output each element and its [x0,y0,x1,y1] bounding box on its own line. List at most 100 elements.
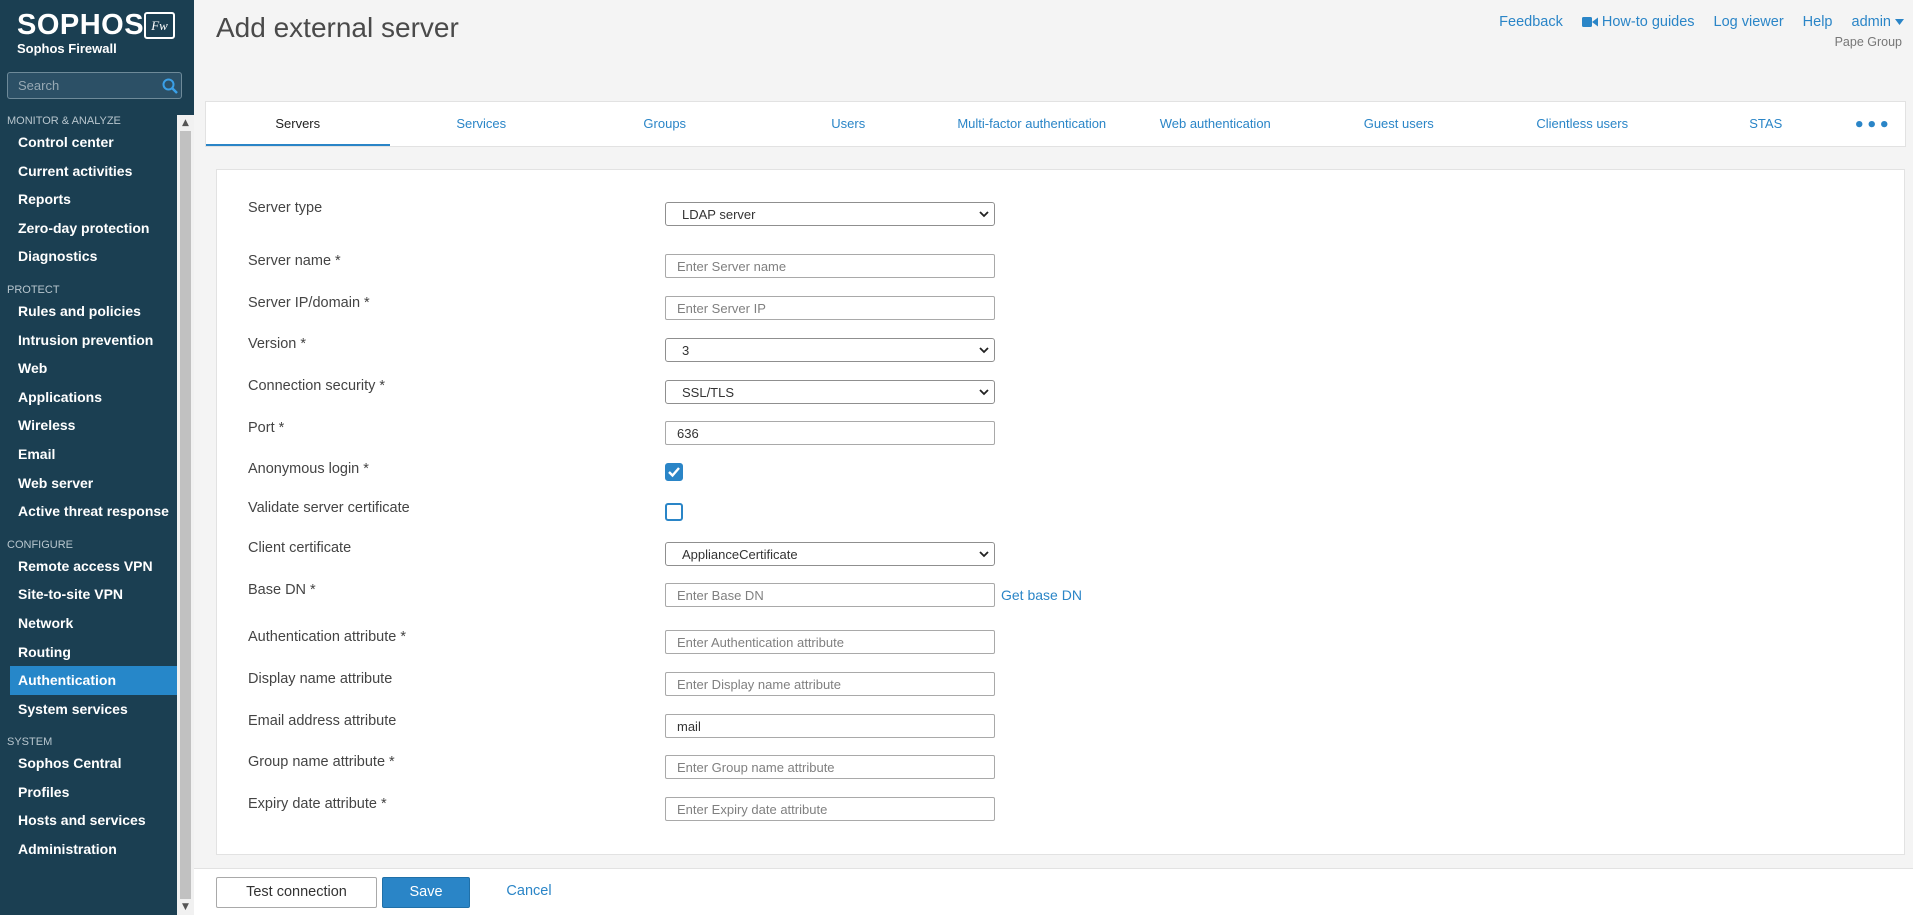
client-certificate-select[interactable]: ApplianceCertificate [665,542,995,566]
product-subtitle: Sophos Firewall [17,41,117,56]
sidebar: SOPHOS Fw Sophos Firewall MONITOR & ANAL… [0,0,194,915]
sidebar-item-network[interactable]: Network [0,609,177,638]
sidebar-item-diagnostics[interactable]: Diagnostics [0,242,177,271]
tab-web-authentication[interactable]: Web authentication [1124,102,1308,146]
anonymous-login-label: Anonymous login * [248,461,369,477]
display-name-attribute-input[interactable] [665,672,995,696]
sophos-logo: SOPHOS [17,9,145,41]
validate-certificate-label: Validate server certificate [248,500,410,516]
tab-clientless-users[interactable]: Clientless users [1491,102,1675,146]
port-label: Port * [248,420,285,436]
top-links: Feedback How-to guides Log viewer Help a… [1499,14,1904,30]
how-to-guides-link[interactable]: How-to guides [1581,14,1695,30]
organization-name: Pape Group [1834,35,1902,49]
sidebar-item-system-services[interactable]: System services [0,695,177,724]
sidebar-item-routing[interactable]: Routing [0,638,177,667]
checkmark-icon [668,467,680,478]
tab-groups[interactable]: Groups [573,102,757,146]
auth-attribute-input[interactable] [665,630,995,654]
version-select-wrap: 3 [665,338,995,362]
server-ip-input[interactable] [665,296,995,320]
group-name-attribute-input[interactable] [665,755,995,779]
test-connection-button[interactable]: Test connection [216,877,377,908]
tab-stas[interactable]: STAS [1674,102,1858,146]
server-type-select[interactable]: LDAP server [665,202,995,226]
server-type-select-wrap: LDAP server [665,202,995,226]
how-to-guides-label: How-to guides [1601,14,1695,30]
tab-bar: Servers Services Groups Users Multi-factor a… [205,101,1906,147]
nav-section-title: MONITOR & ANALYZE [7,115,121,127]
anonymous-login-checkbox[interactable] [665,463,683,481]
server-ip-label: Server IP/domain * [248,295,370,311]
help-link[interactable]: Help [1803,14,1833,30]
caret-down-icon [1895,19,1904,25]
port-input[interactable] [665,421,995,445]
sidebar-item-authentication[interactable]: Authentication [10,666,177,695]
search-input[interactable] [8,73,158,98]
sidebar-item-active-threat-response[interactable]: Active threat response [0,497,177,526]
version-select[interactable]: 3 [665,338,995,362]
search-box [7,72,182,99]
get-base-dn-link[interactable]: Get base DN [1001,587,1082,603]
sidebar-item-reports[interactable]: Reports [0,185,177,214]
tab-services[interactable]: Services [390,102,574,146]
admin-label: admin [1851,14,1892,30]
sidebar-item-hosts-and-services[interactable]: Hosts and services [0,806,177,835]
group-name-attribute-label: Group name attribute * [248,754,395,770]
nav-section-title: PROTECT [7,283,60,296]
form-footer: Test connection Save Cancel [194,868,1913,915]
server-form: Server type LDAP server Server name * Se… [216,169,1905,855]
sidebar-item-current-activities[interactable]: Current activities [0,157,177,186]
client-certificate-label: Client certificate [248,540,352,556]
sidebar-item-rules-and-policies[interactable]: Rules and policies [0,297,177,326]
version-label: Version * [248,336,307,352]
expiry-date-attribute-label: Expiry date attribute * [248,796,387,812]
sidebar-item-web-server[interactable]: Web server [0,469,177,498]
nav-section-title: SYSTEM [7,736,53,749]
tabs: Servers Services Groups Users Multi-factor a… [206,102,1858,146]
scroll-up-arrow-icon[interactable]: ▲ [177,115,194,131]
server-type-label: Server type [248,200,323,216]
brand: SOPHOS Fw Sophos Firewall [17,9,175,56]
email-attribute-input[interactable] [665,714,995,738]
sidebar-item-wireless[interactable]: Wireless [0,411,177,440]
tab-multi-factor-authentication[interactable]: Multi-factor authentication [940,102,1124,146]
feedback-link[interactable]: Feedback [1499,14,1563,30]
more-dots-icon[interactable]: ••• [1853,115,1891,136]
cancel-button[interactable]: Cancel [490,877,568,908]
save-button[interactable]: Save [382,877,470,908]
sidebar-item-profiles[interactable]: Profiles [0,778,177,807]
validate-certificate-checkbox[interactable] [665,503,683,521]
connection-security-select[interactable]: SSL/TLS [665,380,995,404]
expiry-date-attribute-input[interactable] [665,797,995,821]
base-dn-label: Base DN * [248,582,316,598]
admin-menu[interactable]: admin [1851,14,1904,30]
sidebar-item-email[interactable]: Email [0,440,177,469]
video-camera-icon [1581,17,1598,27]
sidebar-item-site-to-site-vpn[interactable]: Site-to-site VPN [0,580,177,609]
sidebar-scrollbar[interactable]: ▲ [177,115,194,915]
firewall-badge: Fw [144,12,175,39]
tab-servers[interactable]: Servers [206,102,390,146]
search-icon[interactable] [161,77,179,95]
server-name-input[interactable] [665,254,995,278]
scroll-thumb[interactable] [180,131,191,915]
scroll-down-arrow-icon[interactable]: ▼ [177,899,194,915]
log-viewer-link[interactable]: Log viewer [1714,14,1784,30]
base-dn-input[interactable] [665,583,995,607]
sidebar-item-web[interactable]: Web [0,354,177,383]
sidebar-item-applications[interactable]: Applications [0,383,177,412]
server-name-label: Server name * [248,253,341,269]
display-name-attribute-label: Display name attribute [248,671,393,687]
sidebar-item-intrusion-prevention[interactable]: Intrusion prevention [0,326,177,355]
connection-security-select-wrap: SSL/TLS [665,380,995,404]
sidebar-item-control-center[interactable]: Control center [0,128,177,157]
tab-guest-users[interactable]: Guest users [1307,102,1491,146]
sidebar-item-administration[interactable]: Administration [0,835,177,864]
sidebar-item-sophos-central[interactable]: Sophos Central [0,749,177,778]
sidebar-item-zero-day-protection[interactable]: Zero-day protection [0,214,177,243]
email-attribute-label: Email address attribute [248,713,397,729]
sidebar-item-remote-access-vpn[interactable]: Remote access VPN [0,552,177,581]
client-certificate-select-wrap: ApplianceCertificate [665,542,995,566]
tab-users[interactable]: Users [757,102,941,146]
